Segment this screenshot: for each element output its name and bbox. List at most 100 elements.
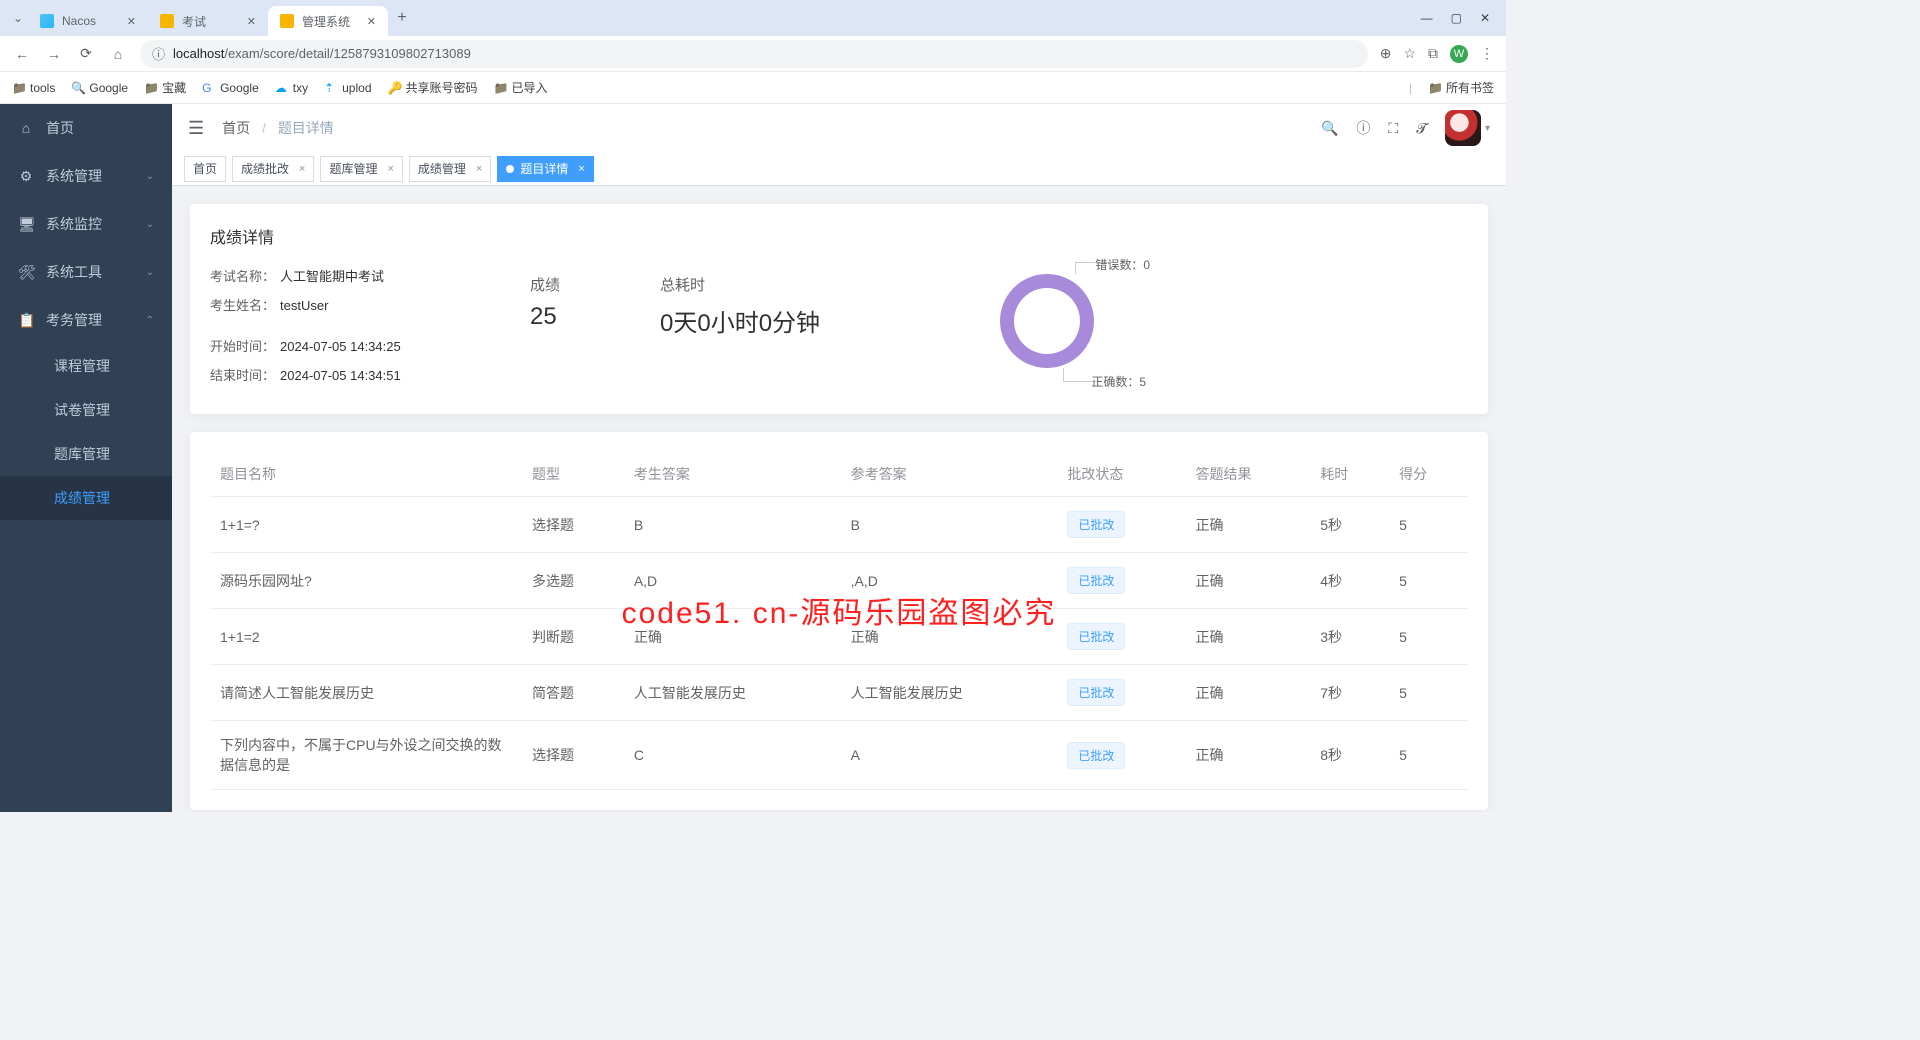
table-cell: B xyxy=(624,497,841,553)
table-cell: 5秒 xyxy=(1310,497,1389,553)
new-tab-button[interactable]: + xyxy=(388,9,416,27)
reload-icon[interactable]: ⟳ xyxy=(76,45,96,62)
status-tag[interactable]: 已批改 xyxy=(1067,742,1125,769)
close-icon[interactable]: ✕ xyxy=(367,15,376,28)
url-path: /exam/score/detail/1258793109802713089 xyxy=(224,46,470,61)
menu-icon[interactable]: ⋮ xyxy=(1480,45,1494,63)
view-tab[interactable]: 首页 xyxy=(184,156,226,182)
sidebar-subitem-paper[interactable]: 试卷管理 xyxy=(0,388,172,432)
browser-tab-active[interactable]: 管理系统 ✕ xyxy=(268,6,388,36)
close-icon[interactable]: × xyxy=(578,163,584,175)
breadcrumb-home[interactable]: 首页 xyxy=(222,120,250,136)
chevron-down-icon: ⌄ xyxy=(146,219,154,230)
sidebar-item-exam-manage[interactable]: 📋考务管理⌃ xyxy=(0,296,172,344)
help-icon[interactable]: ⓘ xyxy=(1356,118,1370,138)
table-cell: B xyxy=(841,497,1058,553)
zoom-icon[interactable]: ⊕ xyxy=(1380,45,1392,63)
table-cell: 人工智能发展历史 xyxy=(624,665,841,721)
table-row: 下列内容中，不属于CPU与外设之间交换的数据信息的是选择题CA已批改正确8秒5 xyxy=(210,721,1468,790)
home-icon[interactable]: ⌂ xyxy=(108,46,128,62)
chart-correct-label: 正确数：5 xyxy=(1091,373,1146,390)
key-icon: 🔑 xyxy=(388,81,402,95)
start-time-value: 2024-07-05 14:34:25 xyxy=(280,339,401,354)
end-time-label: 结束时间： xyxy=(210,365,280,384)
view-tab-active[interactable]: 题目详情× xyxy=(497,156,593,182)
exam-name-label: 考试名称： xyxy=(210,266,280,285)
browser-tab[interactable]: 考试 ✕ xyxy=(148,6,268,36)
forward-icon[interactable]: → xyxy=(44,46,64,62)
tab-favicon xyxy=(280,14,294,28)
user-avatar[interactable] xyxy=(1445,110,1481,146)
folder-icon xyxy=(144,81,158,95)
address-bar: ← → ⟳ ⌂ ⓘ localhost/exam/score/detail/12… xyxy=(0,36,1506,72)
site-info-icon[interactable]: ⓘ xyxy=(152,44,165,63)
url-input[interactable]: ⓘ localhost/exam/score/detail/1258793109… xyxy=(140,40,1368,68)
user-name-value: testUser xyxy=(280,298,328,313)
browser-tab[interactable]: Nacos ✕ xyxy=(28,6,148,36)
maximize-icon[interactable]: ▢ xyxy=(1451,11,1462,25)
bookmarks-bar: tools 🔍Google 宝藏 GGoogle ☁txy ⇡uplod 🔑共享… xyxy=(0,72,1506,104)
minimize-icon[interactable]: — xyxy=(1421,11,1433,25)
font-size-icon[interactable]: 𝓣 xyxy=(1416,120,1427,137)
close-icon[interactable]: × xyxy=(299,163,305,175)
fullscreen-icon[interactable]: ⛶ xyxy=(1388,120,1398,137)
status-tag[interactable]: 已批改 xyxy=(1067,679,1125,706)
sidebar-item-system-tools[interactable]: 🛠系统工具⌄ xyxy=(0,248,172,296)
profile-avatar[interactable]: W xyxy=(1450,45,1468,63)
tab-favicon xyxy=(40,14,54,28)
extensions-icon[interactable]: ⧉ xyxy=(1428,45,1438,63)
questions-table: 题目名称题型考生答案参考答案批改状态答题结果耗时得分 1+1=?选择题BB已批改… xyxy=(210,452,1468,790)
close-window-icon[interactable]: ✕ xyxy=(1480,11,1490,25)
bookmark-item[interactable]: 已导入 xyxy=(494,79,548,96)
monitor-icon: 🖥 xyxy=(18,216,34,233)
bookmark-item[interactable]: 🔑共享账号密码 xyxy=(388,79,478,96)
questions-table-card: 题目名称题型考生答案参考答案批改状态答题结果耗时得分 1+1=?选择题BB已批改… xyxy=(190,432,1488,810)
star-icon[interactable]: ☆ xyxy=(1403,45,1416,63)
view-tab[interactable]: 成绩批改× xyxy=(232,156,314,182)
close-icon[interactable]: × xyxy=(387,163,393,175)
status-tag[interactable]: 已批改 xyxy=(1067,511,1125,538)
clipboard-icon: 📋 xyxy=(18,312,34,329)
chevron-down-icon[interactable]: ▾ xyxy=(1485,123,1490,134)
donut-chart: 错误数：0 正确数：5 xyxy=(1000,274,1094,368)
table-row: 源码乐园网址?多选题A,D,A,D已批改正确4秒5 xyxy=(210,553,1468,609)
status-tag[interactable]: 已批改 xyxy=(1067,567,1125,594)
table-header: 考生答案 xyxy=(624,452,841,497)
bookmark-item[interactable]: GGoogle xyxy=(202,81,259,95)
folder-icon xyxy=(1428,81,1442,95)
sidebar-subitem-question[interactable]: 题库管理 xyxy=(0,432,172,476)
sidebar-item-home[interactable]: ⌂首页 xyxy=(0,104,172,152)
table-cell: 正确 xyxy=(841,609,1058,665)
duration-value: 0天0小时0分钟 xyxy=(660,303,820,338)
table-cell: 已批改 xyxy=(1057,721,1185,790)
view-tab[interactable]: 成绩管理× xyxy=(409,156,491,182)
view-tab[interactable]: 题库管理× xyxy=(320,156,402,182)
bookmark-item[interactable]: tools xyxy=(12,81,55,95)
chevron-down-icon[interactable]: ⌄ xyxy=(8,11,28,25)
status-tag[interactable]: 已批改 xyxy=(1067,623,1125,650)
tab-title: 管理系统 xyxy=(302,13,350,30)
sidebar-item-system-monitor[interactable]: 🖥系统监控⌄ xyxy=(0,200,172,248)
hamburger-icon[interactable]: ☰ xyxy=(188,118,204,139)
close-icon[interactable]: ✕ xyxy=(247,15,256,28)
table-cell: A xyxy=(841,721,1058,790)
start-time-label: 开始时间： xyxy=(210,336,280,355)
search-icon[interactable]: 🔍 xyxy=(1321,120,1338,137)
sidebar-subitem-score[interactable]: 成绩管理 xyxy=(0,476,172,520)
chevron-down-icon: ⌄ xyxy=(146,267,154,278)
table-header: 得分 xyxy=(1389,452,1468,497)
bookmark-item[interactable]: 🔍Google xyxy=(71,81,128,95)
bookmark-item[interactable]: ☁txy xyxy=(275,81,308,95)
bookmark-item[interactable]: ⇡uplod xyxy=(324,81,371,95)
table-cell: 下列内容中，不属于CPU与外设之间交换的数据信息的是 xyxy=(210,721,522,790)
table-header: 耗时 xyxy=(1310,452,1389,497)
bookmark-item[interactable]: 宝藏 xyxy=(144,79,186,96)
score-detail-card: 成绩详情 考试名称：人工智能期中考试 考生姓名：testUser 开始时间：20… xyxy=(190,204,1488,414)
close-icon[interactable]: × xyxy=(476,163,482,175)
back-icon[interactable]: ← xyxy=(12,46,32,62)
active-dot-icon xyxy=(506,165,514,173)
close-icon[interactable]: ✕ xyxy=(127,15,136,28)
all-bookmarks[interactable]: 所有书签 xyxy=(1428,79,1494,96)
sidebar-subitem-course[interactable]: 课程管理 xyxy=(0,344,172,388)
sidebar-item-system-manage[interactable]: ⚙系统管理⌄ xyxy=(0,152,172,200)
